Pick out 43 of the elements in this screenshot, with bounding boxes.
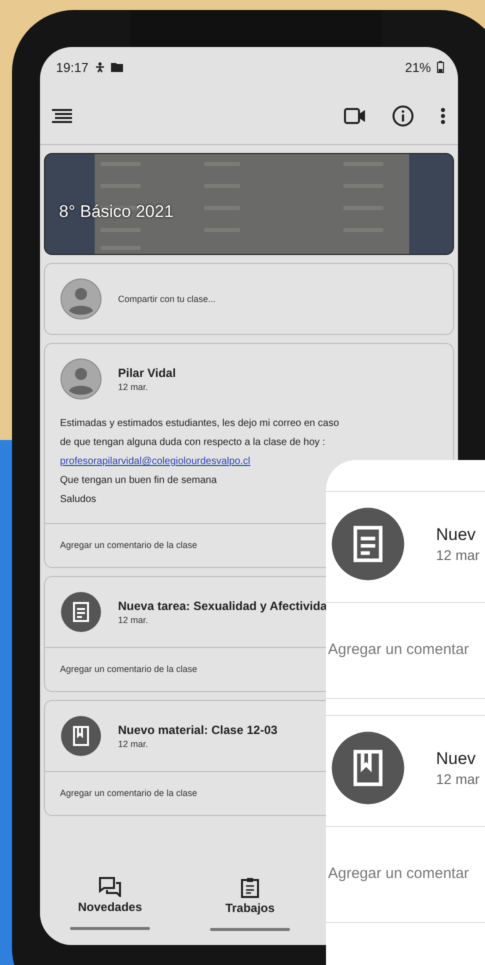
bookmark-icon xyxy=(60,715,102,757)
post-date: 12 mar xyxy=(436,771,480,787)
author-name: Pilar Vidal xyxy=(118,366,176,380)
comment-prompt[interactable]: Agregar un comentario de la clase xyxy=(60,540,198,550)
clipboard-icon xyxy=(330,506,406,582)
avatar-icon xyxy=(60,358,102,400)
clipboard-icon xyxy=(60,591,102,633)
comment-prompt[interactable]: Agregar un comentar xyxy=(326,602,485,698)
bookmark-icon xyxy=(330,730,406,806)
comment-prompt[interactable]: Agregar un comentario de la clase xyxy=(60,664,198,674)
post-title: Nuev xyxy=(436,525,477,545)
more-options-icon[interactable] xyxy=(440,106,446,124)
post-date: 12 mar. xyxy=(118,615,150,625)
comment-prompt[interactable]: Agregar un comentario de la clase xyxy=(60,788,198,798)
class-title: 8° Básico 2021 xyxy=(59,202,174,222)
clipboard-icon xyxy=(241,877,259,898)
accessibility-icon xyxy=(94,62,105,72)
post-date: 12 mar. xyxy=(118,382,150,392)
video-camera-icon[interactable] xyxy=(344,106,366,124)
battery-percent: 21% xyxy=(404,60,431,74)
post-date: 12 mar xyxy=(436,547,480,563)
chat-icon xyxy=(99,877,121,897)
nav-tab[interactable]: Novedades xyxy=(40,869,180,945)
class-banner[interactable]: 8° Básico 2021 xyxy=(44,153,454,255)
post-text: de que tengan alguna duda con respecto a la clase de hoy : xyxy=(60,436,326,450)
post-title: Nueva tarea: Sexualidad y Afectivida xyxy=(118,599,327,613)
post-text: Que tengan un buen fin de semana xyxy=(60,474,217,488)
post-text: Saludos xyxy=(60,493,96,507)
status-time: 19:17 xyxy=(56,60,89,74)
folder-icon xyxy=(110,62,123,72)
nav-tab[interactable]: Trabajos xyxy=(180,869,320,945)
menu-icon[interactable] xyxy=(52,108,72,122)
post-date: 12 mar. xyxy=(118,739,150,749)
info-icon[interactable] xyxy=(392,104,414,126)
post-title: Nuev xyxy=(436,749,477,769)
avatar-icon xyxy=(60,278,102,320)
share-card[interactable]: Compartir con tu clase... xyxy=(44,263,454,335)
battery-icon xyxy=(437,61,444,73)
post-text: Estimadas y estimados estudiantes, les dejo mi correo en caso xyxy=(60,417,340,431)
email-link[interactable]: profesorapilarvidal@colegiolourdesvalpo.cl xyxy=(60,452,250,471)
post-title: Nuevo material: Clase 12-03 xyxy=(118,723,278,737)
comment-prompt[interactable]: Agregar un comentar xyxy=(326,826,485,922)
share-placeholder: Compartir con tu clase... xyxy=(118,294,216,304)
